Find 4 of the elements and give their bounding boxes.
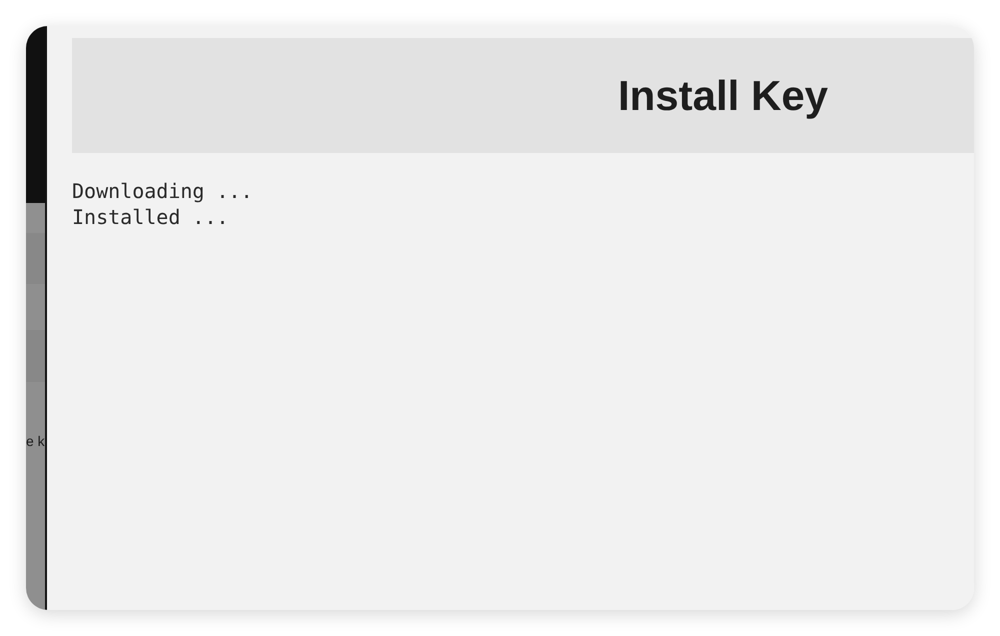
sidebar-label: e k	[26, 432, 45, 450]
log-line: Downloading ...	[72, 178, 253, 204]
dialog-title: Install Key	[618, 70, 828, 120]
log-line: Installed ...	[72, 204, 229, 230]
